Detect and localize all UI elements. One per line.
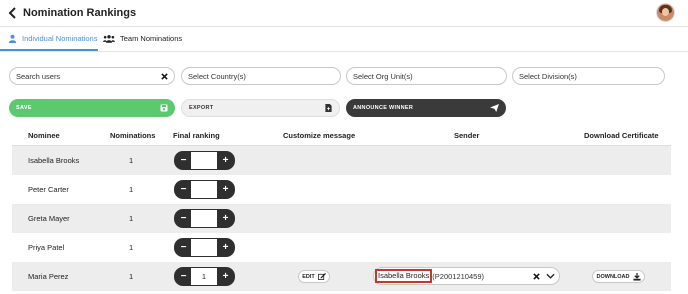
search-placeholder: Search users xyxy=(16,71,61,81)
tab-individual-nominations[interactable]: Individual Nominations xyxy=(8,34,97,43)
ranking-stepper: − + xyxy=(174,151,235,170)
ranking-stepper: − + xyxy=(174,180,235,199)
increment-button[interactable]: + xyxy=(219,154,232,167)
increment-button[interactable]: + xyxy=(219,241,232,254)
download-certificate-button[interactable]: DOWNLOAD xyxy=(592,270,645,283)
col-customize-message: Customize message xyxy=(283,131,356,140)
col-final-ranking: Final ranking xyxy=(173,131,220,140)
ranking-input[interactable] xyxy=(191,152,217,169)
tabs-divider xyxy=(0,51,688,52)
table-row: Isabella Brooks 1 − + xyxy=(12,146,671,175)
header-bar: Nomination Rankings xyxy=(0,0,688,26)
announce-winner-button[interactable]: ANNOUNCE WINNER xyxy=(346,99,506,117)
user-avatar[interactable] xyxy=(656,3,675,22)
ranking-stepper: − 1 + xyxy=(174,267,235,286)
increment-button[interactable]: + xyxy=(219,270,232,283)
nominee-name: Greta Mayer xyxy=(28,214,70,223)
decrement-button[interactable]: − xyxy=(177,212,190,225)
save-button[interactable]: SAVE xyxy=(9,99,175,117)
table-row: Priya Patel 1 − + xyxy=(12,233,671,262)
country-select[interactable]: Select Country(s) xyxy=(181,67,341,85)
table-header: Nominee Nominations Final ranking Custom… xyxy=(12,126,671,146)
clear-search-icon[interactable] xyxy=(161,72,168,80)
sender-name: Isabella Brooks xyxy=(375,269,433,283)
decrement-button[interactable]: − xyxy=(177,183,190,196)
ranking-input[interactable]: 1 xyxy=(191,268,217,285)
paper-plane-icon xyxy=(490,104,499,112)
announce-label: ANNOUNCE WINNER xyxy=(353,105,414,111)
download-icon xyxy=(632,272,641,281)
country-placeholder: Select Country(s) xyxy=(188,71,246,81)
nominee-name: Peter Carter xyxy=(28,185,69,194)
nominations-count: 1 xyxy=(129,156,134,165)
org-placeholder: Select Org Unit(s) xyxy=(353,71,413,81)
ranking-stepper: − + xyxy=(174,238,235,257)
team-icon xyxy=(103,35,115,43)
table-row: Greta Mayer 1 − + xyxy=(12,204,671,233)
nominations-count: 1 xyxy=(129,272,134,281)
nominations-count: 1 xyxy=(129,214,134,223)
division-select[interactable]: Select Division(s) xyxy=(512,67,665,85)
nominations-count: 1 xyxy=(129,185,134,194)
col-download-certificate: Download Certificate xyxy=(584,131,659,140)
division-placeholder: Select Division(s) xyxy=(519,71,577,81)
nominee-name: Priya Patel xyxy=(28,243,65,252)
clear-sender-icon[interactable] xyxy=(533,273,540,280)
tab-individual-label: Individual Nominations xyxy=(22,34,98,43)
org-unit-select[interactable]: Select Org Unit(s) xyxy=(346,67,507,85)
tab-team-nominations[interactable]: Team Nominations xyxy=(103,34,182,43)
sender-select[interactable]: Isabella Brooks (P2001210459) xyxy=(373,267,560,285)
nomination-tabs: Individual Nominations Team Nominations xyxy=(0,27,688,51)
nominee-name: Isabella Brooks xyxy=(28,156,80,165)
edit-label: EDIT xyxy=(302,273,315,280)
nominee-name: Maria Perez xyxy=(28,272,69,281)
sender-id: (P2001210459) xyxy=(432,271,484,281)
increment-button[interactable]: + xyxy=(219,212,232,225)
export-label: EXPORT xyxy=(189,105,214,111)
col-sender: Sender xyxy=(454,131,480,140)
edit-message-button[interactable]: EDIT xyxy=(298,270,330,283)
col-nominee: Nominee xyxy=(28,131,60,140)
decrement-button[interactable]: − xyxy=(177,270,190,283)
save-label: SAVE xyxy=(16,105,32,111)
back-arrow-icon[interactable] xyxy=(6,6,20,20)
decrement-button[interactable]: − xyxy=(177,154,190,167)
ranking-input[interactable] xyxy=(191,181,217,198)
export-button[interactable]: EXPORT xyxy=(181,99,340,117)
ranking-input[interactable] xyxy=(191,239,217,256)
ranking-input[interactable] xyxy=(191,210,217,227)
table-row: Peter Carter 1 − + xyxy=(12,175,671,204)
decrement-button[interactable]: − xyxy=(177,241,190,254)
download-label: DOWNLOAD xyxy=(596,273,630,280)
file-export-icon xyxy=(325,104,332,112)
table-row: Maria Perez 1 − 1 + EDIT Isabella Brooks… xyxy=(12,262,671,291)
chevron-down-icon[interactable] xyxy=(546,273,555,280)
tab-team-label: Team Nominations xyxy=(120,34,183,43)
person-icon xyxy=(8,34,17,43)
page-title: Nomination Rankings xyxy=(23,7,137,19)
col-nominations: Nominations xyxy=(110,131,156,140)
edit-pencil-icon xyxy=(317,273,326,280)
increment-button[interactable]: + xyxy=(219,183,232,196)
floppy-disk-icon xyxy=(160,104,168,112)
nominations-count: 1 xyxy=(129,243,134,252)
search-users-input[interactable]: Search users xyxy=(9,67,175,85)
ranking-stepper: − + xyxy=(174,209,235,228)
